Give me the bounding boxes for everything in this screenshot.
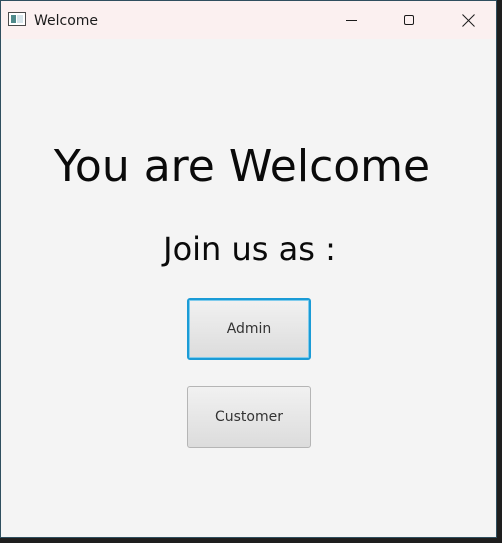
- welcome-heading: You are Welcome: [53, 141, 431, 192]
- join-us-label: Join us as :: [163, 230, 336, 268]
- maximize-icon: [404, 15, 414, 25]
- welcome-window: Welcome You are Welcome Join us as : Adm…: [0, 0, 497, 538]
- app-window-icon: [8, 12, 26, 26]
- customer-button[interactable]: Customer: [187, 386, 311, 448]
- minimize-button[interactable]: [328, 1, 374, 39]
- window-title: Welcome: [34, 13, 99, 29]
- maximize-button[interactable]: [386, 1, 432, 39]
- close-icon: [462, 14, 475, 27]
- admin-button[interactable]: Admin: [187, 298, 311, 360]
- close-button[interactable]: [445, 1, 491, 39]
- minimize-icon: [345, 19, 357, 21]
- title-bar[interactable]: Welcome: [1, 1, 496, 39]
